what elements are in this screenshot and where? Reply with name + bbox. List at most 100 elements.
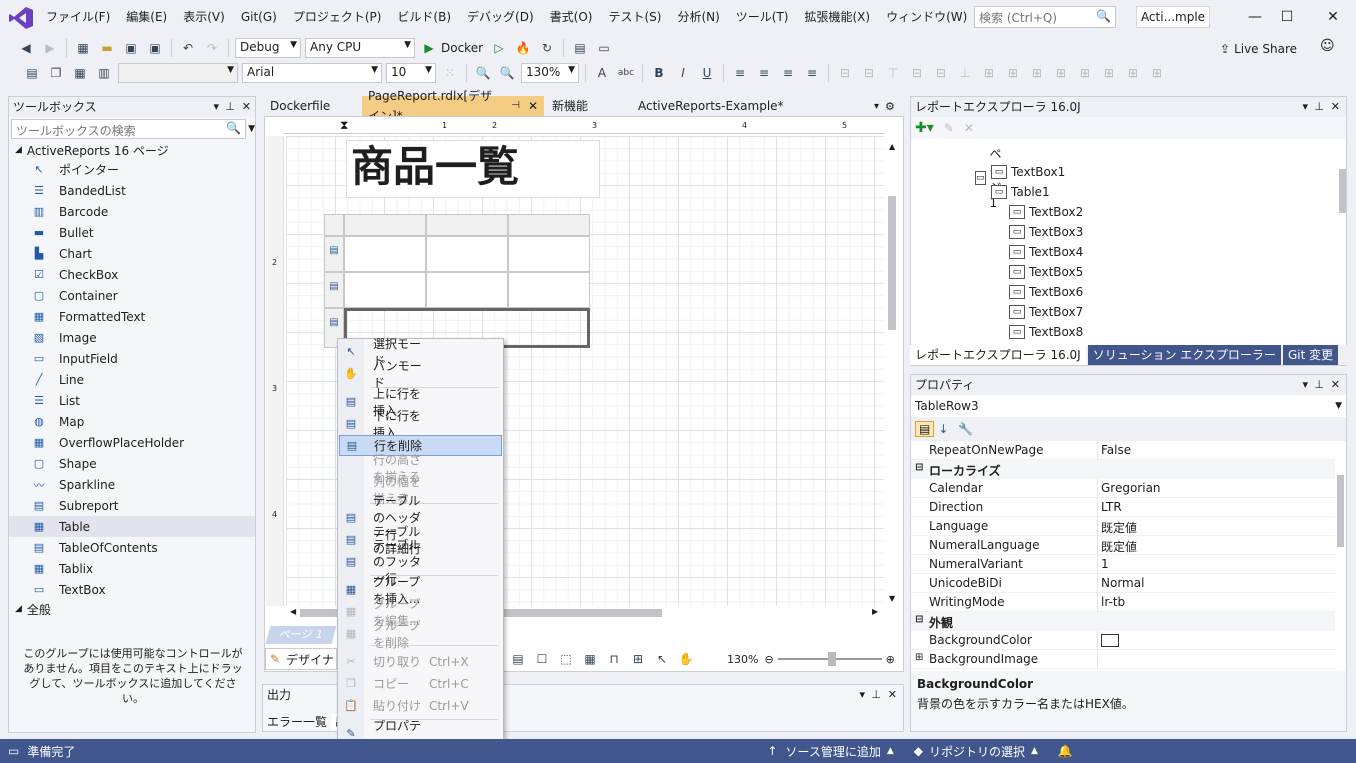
close-icon[interactable]: ✕: [888, 685, 897, 705]
tree-node[interactable]: ▭ TextBox1: [991, 165, 1065, 179]
column-handle[interactable]: [344, 214, 426, 236]
toolbox-item[interactable]: ↖ ポインター: [9, 159, 255, 180]
zoom-out-icon[interactable]: ⊖: [764, 653, 773, 666]
source-control-button[interactable]: ソース管理に追加: [785, 743, 880, 760]
close-icon[interactable]: ✕: [1331, 375, 1340, 395]
zoom-select[interactable]: 130% ▼: [521, 63, 579, 83]
tab-report-explorer[interactable]: レポートエクスプローラ 16.0J: [910, 345, 1086, 365]
grid-icon[interactable]: ⁙: [440, 63, 460, 83]
menu-item[interactable]: 分析(N): [669, 0, 727, 34]
pin-icon[interactable]: ⊥: [225, 97, 235, 117]
close-icon[interactable]: ✕: [1331, 97, 1340, 117]
chevron-down-icon[interactable]: ▾: [1302, 375, 1308, 395]
report-icon[interactable]: ▤: [22, 63, 42, 83]
menu-item[interactable]: ファイル(F): [38, 0, 118, 34]
context-menu-item[interactable]: ▤ 下に行を挿入: [339, 409, 502, 440]
layout-align-icon[interactable]: ⊞: [1147, 63, 1167, 83]
repository-button[interactable]: リポジトリの選択: [929, 743, 1025, 760]
expand-icon[interactable]: ⊞: [915, 652, 923, 663]
tab-page-report[interactable]: PageReport.rdlx[デザイン]*⊣✕: [362, 89, 544, 123]
page-tab[interactable]: ページ 1: [265, 626, 337, 644]
chevron-down-icon[interactable]: ▾: [213, 97, 219, 117]
start-without-debug-icon[interactable]: ▷: [489, 38, 509, 58]
layer-icon[interactable]: ▦: [70, 63, 90, 83]
pin-icon[interactable]: ⊣: [511, 96, 520, 116]
alphabetical-icon[interactable]: ↓: [938, 422, 948, 436]
font-color-icon[interactable]: A: [592, 63, 612, 83]
menu-item[interactable]: ビルド(B): [389, 0, 459, 34]
pin-icon[interactable]: ⊥: [871, 685, 881, 705]
feedback-icon[interactable]: ☺: [1320, 38, 1335, 54]
toolbox-item[interactable]: ▦ FormattedText: [9, 306, 255, 327]
layout-align-icon[interactable]: ⊞: [1075, 63, 1095, 83]
table-cell[interactable]: [508, 272, 590, 308]
run-icon[interactable]: ▶: [419, 38, 439, 58]
open-folder-icon[interactable]: ▬: [97, 38, 117, 58]
tab-whats-new[interactable]: 新機能: [546, 96, 630, 116]
hand-icon[interactable]: ✋: [676, 649, 696, 669]
toolbox-group-activereports[interactable]: ◢ ActiveReports 16 ページ: [9, 141, 255, 159]
property-row[interactable]: Direction LTR: [911, 498, 1335, 517]
context-menu-item[interactable]: ▤ テーブルのフッター行: [339, 538, 502, 586]
layout-align-icon[interactable]: ⊟: [859, 63, 879, 83]
menu-item[interactable]: 編集(E): [118, 0, 175, 34]
scroll-left-icon[interactable]: ◀: [290, 607, 296, 616]
toolbox-item[interactable]: ▢ Shape: [9, 453, 255, 474]
toolbox-item[interactable]: ▬ Bullet: [9, 222, 255, 243]
tab-list-icon[interactable]: ▾: [874, 101, 879, 112]
close-icon[interactable]: ✕: [1318, 6, 1348, 28]
property-row[interactable]: Calendar Gregorian: [911, 479, 1335, 498]
layout-align-icon[interactable]: ⊞: [1027, 63, 1047, 83]
tab-activereports-example[interactable]: ActiveReports-Example*: [632, 96, 802, 116]
justify-icon[interactable]: ≡: [802, 63, 822, 83]
menu-item[interactable]: 拡張機能(X): [796, 0, 878, 34]
menu-item[interactable]: Git(G): [233, 0, 285, 34]
toolbox-item[interactable]: ☑ CheckBox: [9, 264, 255, 285]
menu-item[interactable]: ツール(T): [728, 0, 797, 34]
run-target-label[interactable]: Docker: [441, 41, 483, 55]
toolbox-group-general[interactable]: ◢ 全般: [9, 600, 255, 618]
menu-item[interactable]: 書式(O): [542, 0, 601, 34]
scroll-down-icon[interactable]: ▼: [889, 594, 895, 603]
save-icon[interactable]: ▣: [121, 38, 141, 58]
pin-icon[interactable]: ⊥: [1314, 375, 1324, 395]
tree-scrollbar[interactable]: [1339, 169, 1346, 213]
toolbox-item[interactable]: ▦ Tablix: [9, 558, 255, 579]
notification-icon[interactable]: 🔔: [1058, 744, 1073, 758]
tree-node[interactable]: ▭ TextBox3: [1009, 225, 1083, 239]
tree-node[interactable]: ▭ TextBox2: [1009, 205, 1083, 219]
property-scrollbar[interactable]: [1337, 475, 1344, 547]
align-right-icon[interactable]: ≡: [778, 63, 798, 83]
maximize-icon[interactable]: ☐: [1272, 6, 1302, 28]
zoom-out-icon[interactable]: 🔍: [473, 63, 493, 83]
style-icon[interactable]: ▥: [94, 63, 114, 83]
edit-icon[interactable]: ✎: [944, 121, 954, 135]
tab-dockerfile[interactable]: Dockerfile: [264, 96, 360, 116]
undo-icon[interactable]: ↶: [178, 38, 198, 58]
table-corner-handle[interactable]: [324, 214, 344, 236]
layout-align-icon[interactable]: ⊟: [835, 63, 855, 83]
table-header-row-handle[interactable]: ▤: [324, 236, 344, 272]
style-select[interactable]: ▼: [118, 63, 238, 83]
close-icon[interactable]: ✕: [242, 97, 251, 117]
menu-item[interactable]: ウィンドウ(W): [878, 0, 975, 34]
property-category[interactable]: ⊟ 外観: [911, 612, 1335, 631]
toolbox-item[interactable]: ▙ Chart: [9, 243, 255, 264]
property-row[interactable]: UnicodeBiDi Normal: [911, 574, 1335, 593]
toolbox-item[interactable]: ▤ TableOfContents: [9, 537, 255, 558]
bold-icon[interactable]: B: [649, 63, 669, 83]
toolbox-item[interactable]: ▭ InputField: [9, 348, 255, 369]
table-tool-icon[interactable]: ▤: [508, 649, 528, 669]
context-menu-item[interactable]: ✋ パンモード: [339, 359, 502, 390]
box-tool-icon[interactable]: ☐: [532, 649, 552, 669]
color-swatch[interactable]: [1101, 634, 1119, 647]
chevron-down-icon[interactable]: ▾: [1302, 97, 1308, 117]
table-cell[interactable]: [426, 272, 508, 308]
grid-tool-icon[interactable]: ▦: [580, 649, 600, 669]
close-icon[interactable]: ✕: [528, 96, 538, 116]
live-share-button[interactable]: ⇪ Live Share: [1220, 38, 1297, 60]
add-icon[interactable]: ✚▾: [915, 120, 934, 136]
toolbox-item[interactable]: ╱ Line: [9, 369, 255, 390]
context-menu-item[interactable]: 📋 貼り付け Ctrl+V: [339, 695, 502, 716]
browse-icon[interactable]: ▤: [570, 38, 590, 58]
